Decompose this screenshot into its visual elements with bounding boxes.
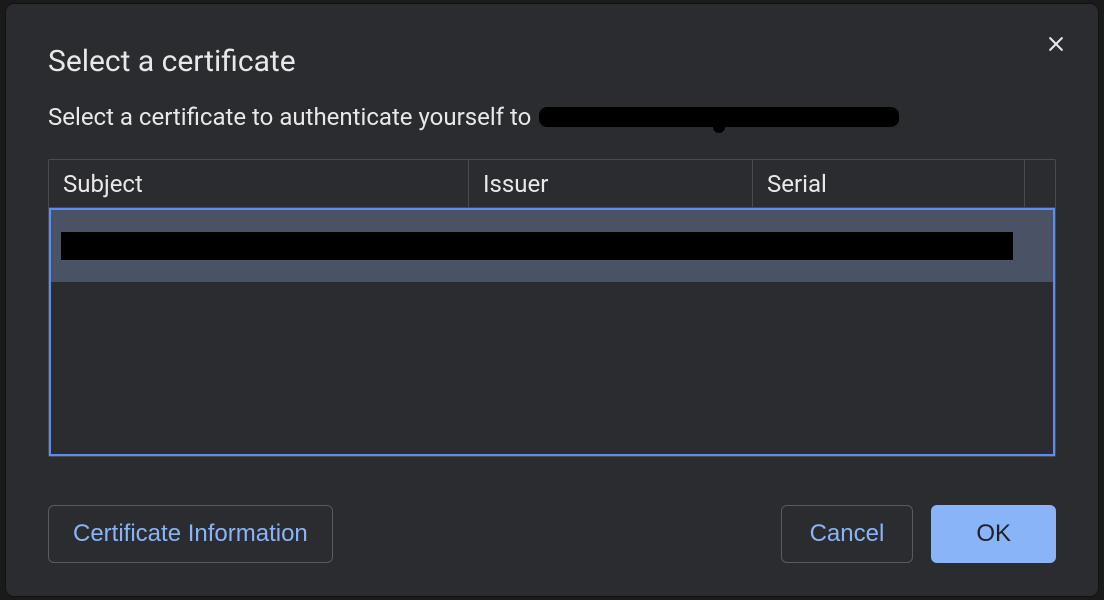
column-header-subject[interactable]: Subject bbox=[49, 160, 469, 207]
column-header-issuer[interactable]: Issuer bbox=[469, 160, 753, 207]
redacted-hostname bbox=[539, 107, 899, 127]
certificate-information-button[interactable]: Certificate Information bbox=[48, 505, 333, 563]
cancel-button[interactable]: Cancel bbox=[781, 505, 914, 563]
table-body[interactable] bbox=[49, 208, 1055, 456]
redacted-certificate-info bbox=[61, 232, 1013, 260]
ok-button[interactable]: OK bbox=[931, 505, 1056, 563]
dialog-title: Select a certificate bbox=[48, 44, 1056, 79]
footer-right-group: Cancel OK bbox=[781, 505, 1056, 563]
column-header-spacer bbox=[1025, 160, 1055, 207]
table-row[interactable] bbox=[51, 210, 1053, 282]
subtitle-text: Select a certificate to authenticate you… bbox=[48, 103, 531, 131]
dialog-subtitle: Select a certificate to authenticate you… bbox=[48, 103, 1056, 131]
certificate-dialog: Select a certificate Select a certificat… bbox=[6, 4, 1098, 596]
close-button[interactable] bbox=[1042, 30, 1070, 58]
certificate-table: Subject Issuer Serial bbox=[48, 159, 1056, 457]
close-icon bbox=[1046, 34, 1066, 54]
column-header-serial[interactable]: Serial bbox=[753, 160, 1025, 207]
dialog-footer: Certificate Information Cancel OK bbox=[48, 505, 1056, 563]
table-header-row: Subject Issuer Serial bbox=[49, 160, 1055, 208]
